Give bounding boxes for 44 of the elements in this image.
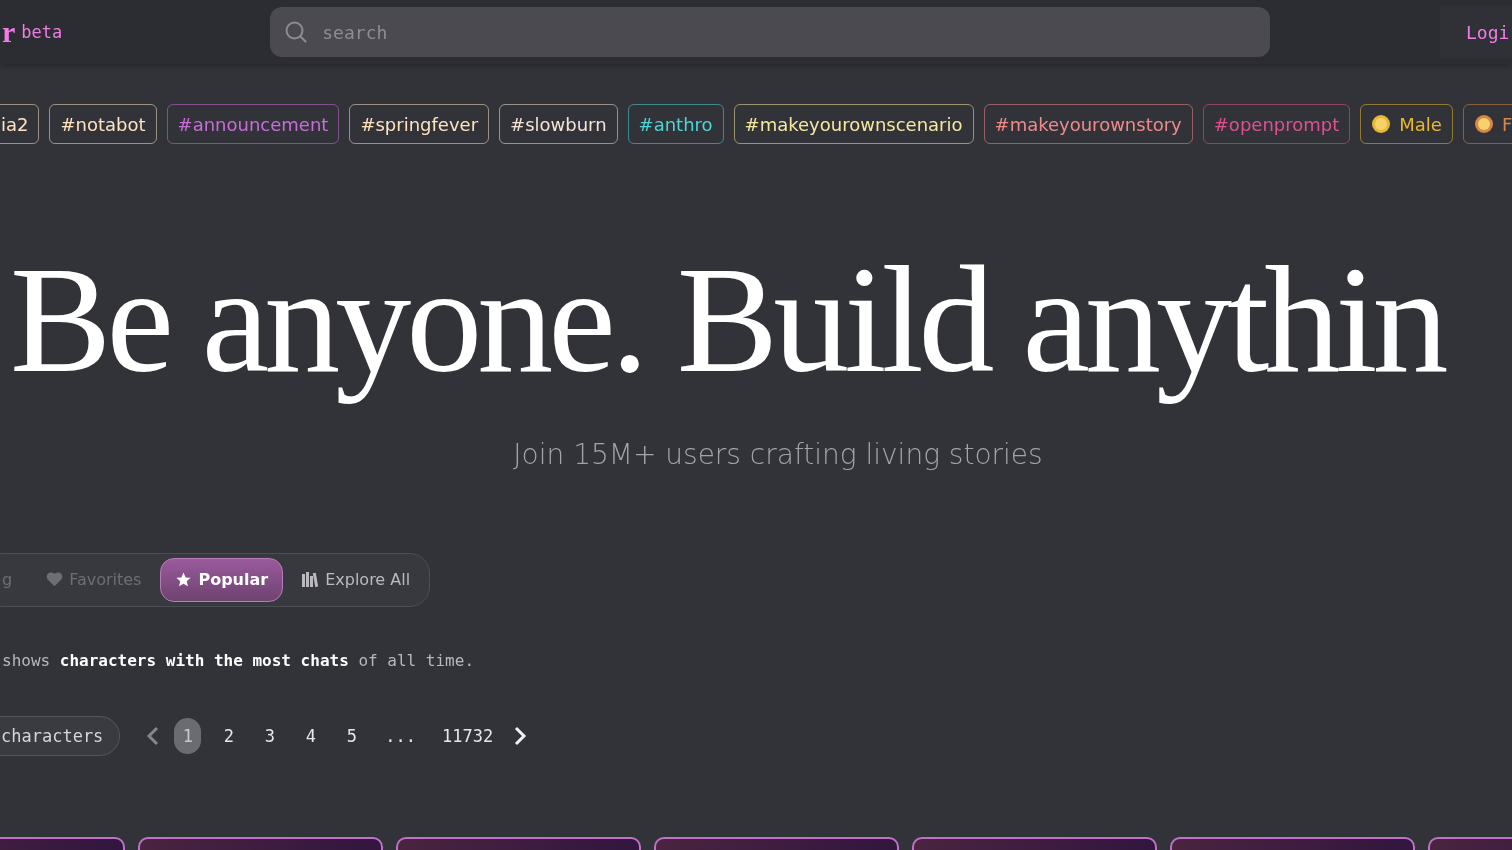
hero-title: Be anyone. Build anythin <box>10 235 1444 406</box>
tag-label: ia2 <box>1 113 29 135</box>
tag-chip[interactable]: #makeyourownstory <box>983 104 1193 144</box>
tag-chip[interactable]: #springfever <box>349 104 490 144</box>
hero-subtitle: Join 15M+ users crafting living stories <box>513 437 1043 471</box>
page-button[interactable]: 2 <box>215 717 243 754</box>
logo[interactable]: r <box>2 17 16 47</box>
search-input[interactable]: search <box>320 20 1257 44</box>
search-field[interactable]: search <box>270 7 1271 57</box>
tag-label: Male <box>1399 113 1442 135</box>
tag-chip[interactable]: F <box>1462 104 1512 144</box>
tag-chip[interactable]: #anthro <box>627 104 724 144</box>
tag-label: #slowburn <box>510 113 607 135</box>
star-icon <box>175 571 193 589</box>
tag-label: #springfever <box>360 113 479 135</box>
heart-icon <box>46 572 64 588</box>
page-button[interactable]: 11732 <box>436 717 500 754</box>
tag-label: #announcement <box>177 113 329 135</box>
page-button[interactable]: ... <box>379 717 423 754</box>
page-button[interactable]: 5 <box>338 717 366 754</box>
tag-chip[interactable]: #makeyourownscenario <box>733 104 974 144</box>
tag-label: #makeyourownscenario <box>744 113 963 135</box>
search-icon <box>284 20 309 44</box>
tag-chip[interactable]: #notabot <box>49 104 157 144</box>
page-button[interactable]: 4 <box>297 717 325 754</box>
tag-label: #makeyourownstory <box>994 113 1182 135</box>
tag-label: #notabot <box>60 113 146 135</box>
tag-label: F <box>1501 113 1512 135</box>
tag-chip[interactable]: ia2 <box>0 104 40 144</box>
description-text: shows characters with the most chats of all time. <box>2 650 475 670</box>
beta-label: beta <box>21 22 63 42</box>
tag-chip[interactable]: Male <box>1360 104 1453 144</box>
tab[interactable]: Explore All <box>287 557 426 602</box>
tag-chip[interactable]: #announcement <box>166 104 340 144</box>
tab[interactable]: Popular <box>160 557 284 602</box>
previous-page-icon[interactable] <box>146 725 161 746</box>
books-icon <box>302 572 320 588</box>
tag-label: #anthro <box>638 113 713 135</box>
tag-chip[interactable]: #slowburn <box>499 104 618 144</box>
filter-button[interactable]: characters <box>0 715 121 756</box>
tag-label: #openprompt <box>1213 113 1340 135</box>
login-button[interactable]: Logi <box>1440 5 1512 59</box>
next-page-icon[interactable] <box>513 725 528 746</box>
page-button[interactable]: 3 <box>256 717 284 754</box>
